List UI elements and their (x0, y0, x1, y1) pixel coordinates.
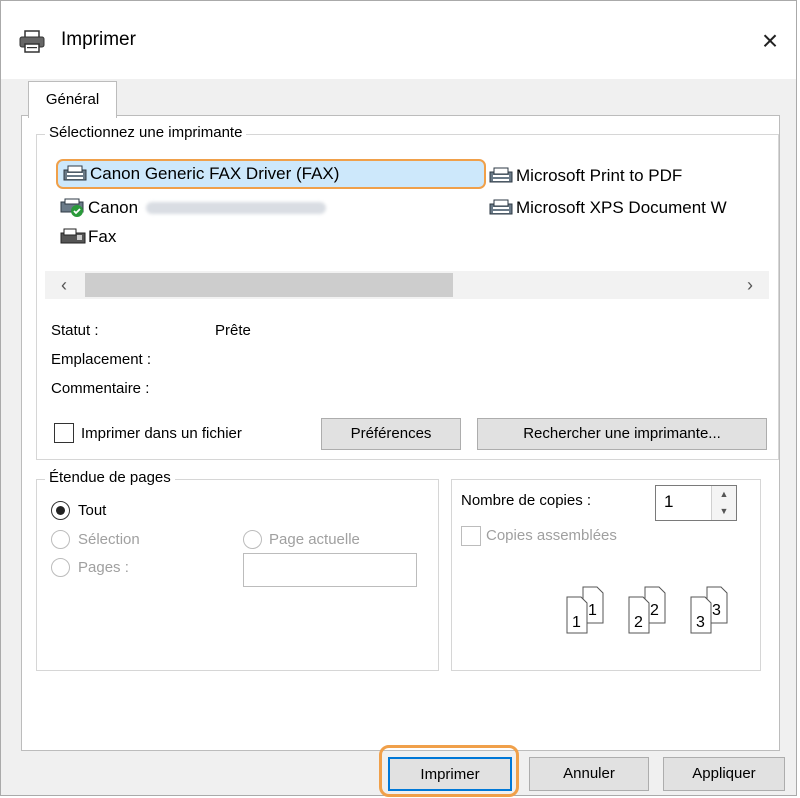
page-range-legend: Étendue de pages (45, 469, 175, 486)
print-button[interactable]: Imprimer (388, 757, 512, 791)
print-to-file-label: Imprimer dans un fichier (81, 425, 242, 442)
radio-selection[interactable] (51, 530, 70, 549)
dialog-title: Imprimer (61, 29, 136, 50)
location-label: Emplacement : (51, 351, 152, 368)
tab-general[interactable]: Général (28, 81, 117, 118)
status-label: Statut : (51, 322, 99, 339)
printer-icon (19, 30, 45, 53)
apply-button[interactable]: Appliquer (663, 757, 785, 791)
print-dialog: Imprimer × Général Sélectionnez une impr… (0, 0, 797, 797)
collate-page-set-3: 3 3 (690, 586, 728, 634)
comment-label: Commentaire : (51, 380, 150, 397)
printer-item-ms-xps[interactable]: Microsoft XPS Document W (488, 193, 727, 223)
pages-input[interactable] (243, 553, 417, 587)
printer-item-fax[interactable]: Fax (60, 222, 116, 252)
radio-current-page[interactable] (243, 530, 262, 549)
collate-page-number: 1 (588, 602, 597, 619)
copies-count-label: Nombre de copies : (461, 492, 592, 509)
collate-page-number: 2 (650, 602, 659, 619)
collate-page-number: 3 (696, 614, 705, 631)
printer-icon (489, 167, 513, 183)
printer-item-canon[interactable]: Canon (60, 193, 327, 223)
printer-list-scrollbar[interactable]: ‹ › (45, 271, 769, 299)
scroll-left-arrow-icon[interactable]: ‹ (49, 271, 79, 299)
preferences-button[interactable]: Préférences (321, 418, 461, 450)
printer-icon (489, 199, 513, 215)
collate-page-set-2: 2 2 (628, 586, 666, 634)
title-bar: Imprimer × (1, 1, 796, 79)
printer-name: Microsoft XPS Document W (516, 198, 727, 217)
spin-up-icon[interactable]: ▲ (712, 486, 736, 503)
find-printer-button[interactable]: Rechercher une imprimante... (477, 418, 767, 450)
printer-select-legend: Sélectionnez une imprimante (45, 124, 247, 141)
printer-name: Canon Generic FAX Driver (FAX) (90, 164, 340, 183)
printer-name: Fax (88, 227, 117, 246)
printer-name: Microsoft Print to PDF (516, 166, 683, 185)
copies-stepper[interactable]: 1 ▲ ▼ (655, 485, 737, 521)
print-to-file-checkbox[interactable] (54, 423, 74, 443)
collate-label: Copies assemblées (486, 527, 617, 544)
printer-item-ms-pdf[interactable]: Microsoft Print to PDF (488, 161, 682, 191)
fax-printer-icon (63, 165, 87, 181)
default-printer-icon (60, 198, 84, 217)
obscured-printer-name (146, 202, 327, 214)
collate-page-number: 3 (712, 602, 721, 619)
collate-page-number: 2 (634, 614, 643, 631)
fax-icon (60, 228, 86, 244)
status-value: Prête (215, 322, 251, 339)
radio-selection-label: Sélection (78, 531, 140, 548)
collate-checkbox[interactable] (461, 526, 481, 546)
close-button[interactable]: × (750, 21, 790, 61)
collate-page-number: 1 (572, 614, 581, 631)
printer-item-canon-fax[interactable]: Canon Generic FAX Driver (FAX) (56, 159, 486, 189)
spin-down-icon[interactable]: ▼ (712, 503, 736, 520)
copies-count-value: 1 (664, 492, 674, 511)
radio-all[interactable] (51, 501, 70, 520)
radio-pages-label: Pages : (78, 559, 129, 576)
collate-page-set-1: 1 1 (566, 586, 604, 634)
radio-all-label: Tout (78, 502, 107, 519)
printer-name: Canon (88, 198, 139, 217)
copies-spin-buttons[interactable]: ▲ ▼ (711, 486, 736, 520)
scroll-right-arrow-icon[interactable]: › (735, 271, 765, 299)
scrollbar-thumb[interactable] (85, 273, 453, 297)
collate-pages-icon: 1 1 2 2 3 3 (566, 586, 728, 634)
radio-selected-dot (56, 506, 65, 515)
cancel-button[interactable]: Annuler (529, 757, 649, 791)
radio-pages[interactable] (51, 558, 70, 577)
radio-current-page-label: Page actuelle (269, 531, 360, 548)
